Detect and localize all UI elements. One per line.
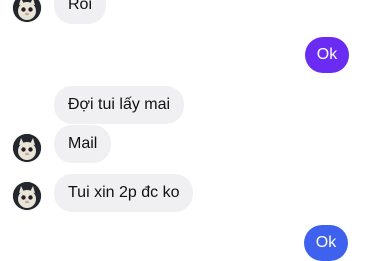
contact-avatar[interactable] xyxy=(13,134,41,162)
chat-thread: Rồi Ok Đợi tui lấy mai Mail Tui xin 2p đ… xyxy=(0,0,374,261)
message-text: Đợi tui lấy mai xyxy=(68,96,171,113)
cat-avatar-icon xyxy=(13,0,41,22)
cat-avatar-icon xyxy=(13,182,41,210)
cat-avatar-icon xyxy=(13,134,41,162)
message-text: Ok xyxy=(316,46,338,63)
message-bubble-incoming[interactable]: Rồi xyxy=(54,0,107,24)
message-bubble-outgoing[interactable]: Ok xyxy=(304,225,348,261)
message-text: Ok xyxy=(315,234,337,251)
message-text: Tui xin 2p đc ko xyxy=(68,184,180,201)
message-bubble-incoming[interactable]: Đợi tui lấy mai xyxy=(54,86,185,124)
contact-avatar[interactable] xyxy=(13,0,41,22)
message-bubble-outgoing[interactable]: Ok xyxy=(305,37,349,73)
message-bubble-incoming[interactable]: Tui xin 2p đc ko xyxy=(54,174,194,212)
message-bubble-incoming[interactable]: Mail xyxy=(54,125,112,163)
contact-avatar[interactable] xyxy=(13,182,41,210)
message-text: Rồi xyxy=(68,0,93,13)
message-text: Mail xyxy=(68,135,98,152)
